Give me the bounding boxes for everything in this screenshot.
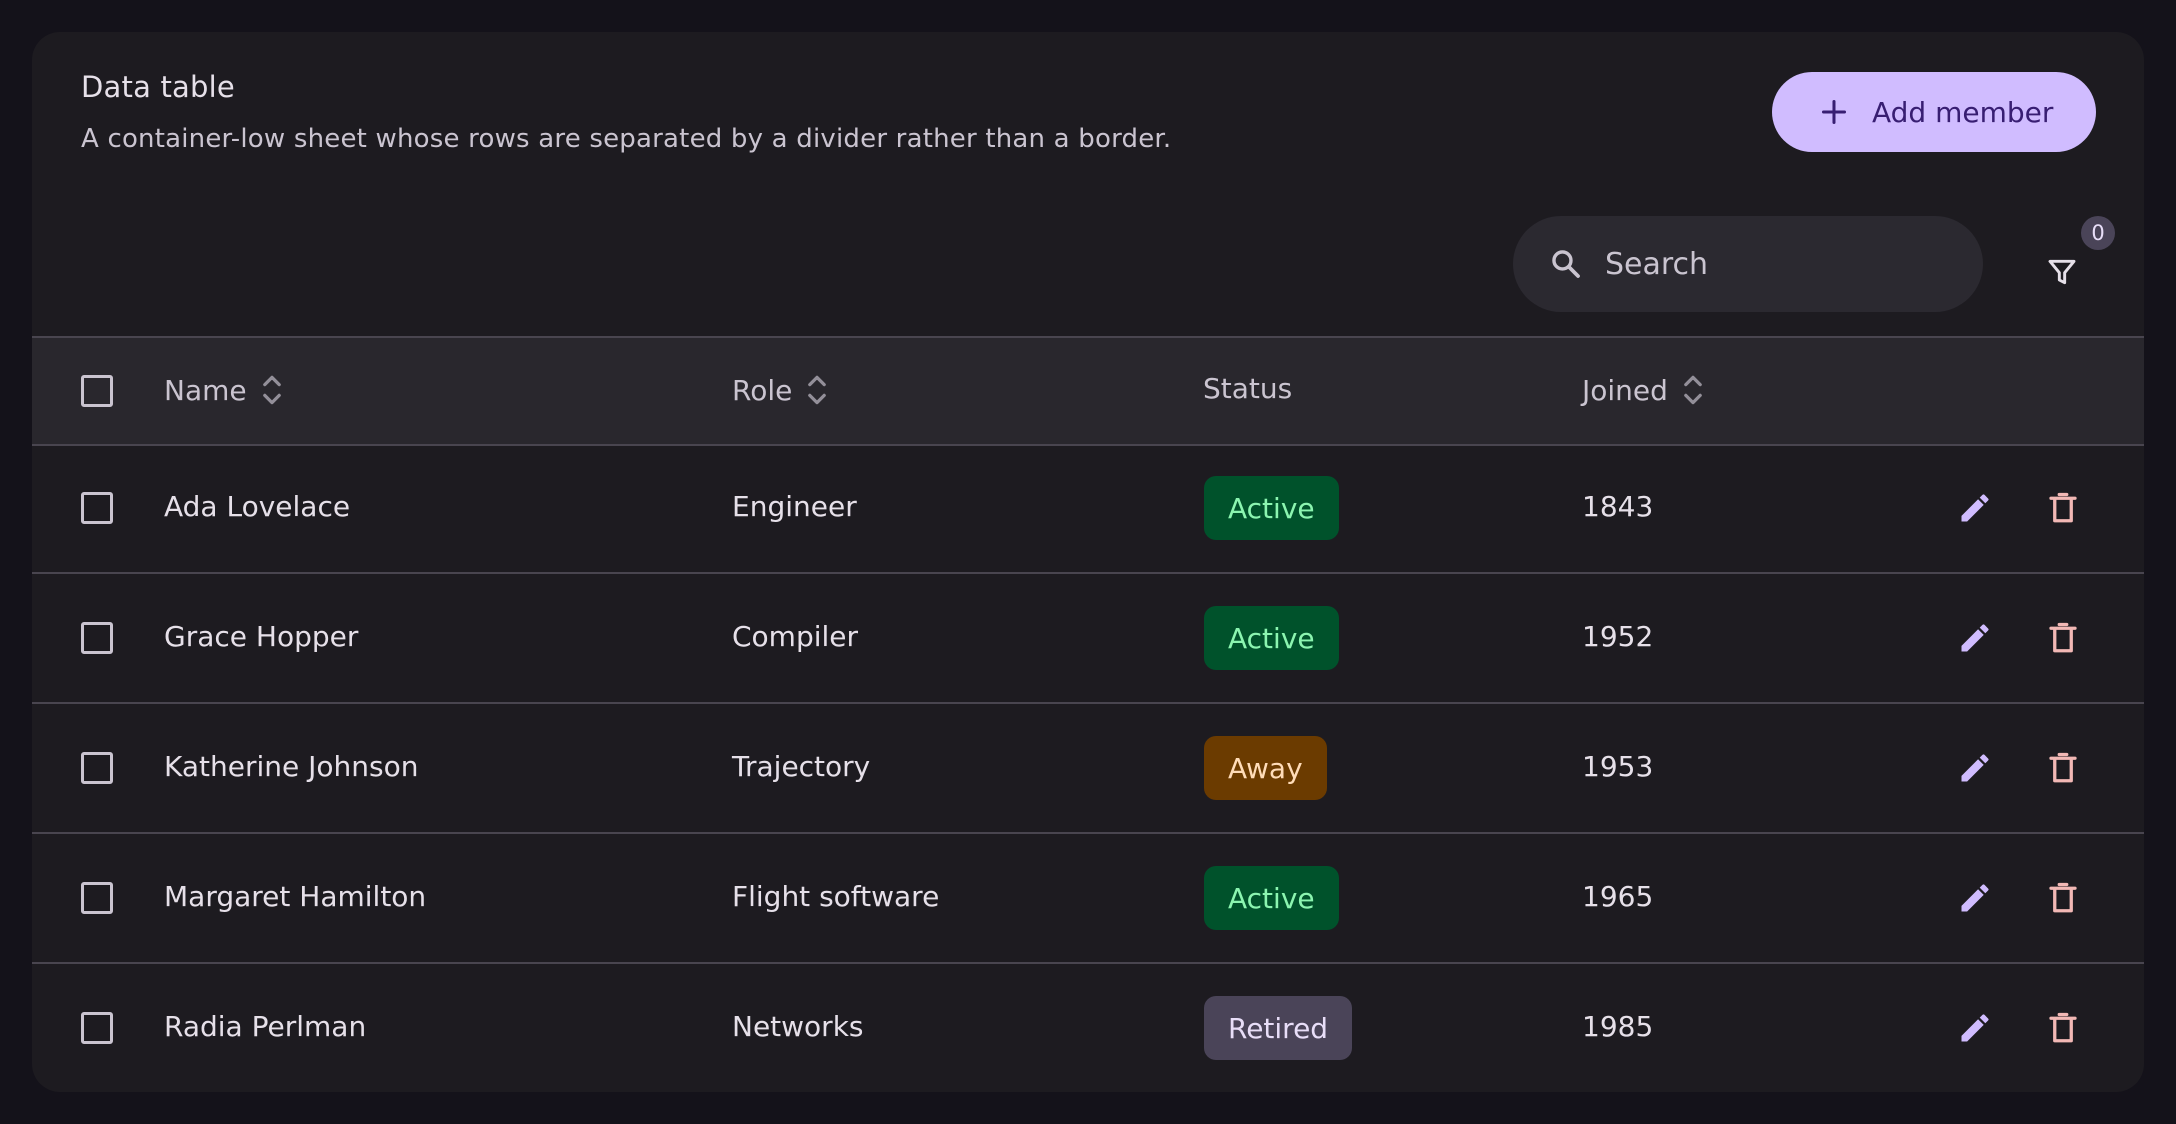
status-badge: Active xyxy=(1204,476,1339,540)
column-header-joined[interactable]: Joined xyxy=(1582,372,1704,408)
delete-button[interactable] xyxy=(2039,874,2087,922)
row-checkbox[interactable] xyxy=(81,882,113,914)
edit-button[interactable] xyxy=(1951,874,1999,922)
delete-button[interactable] xyxy=(2039,614,2087,662)
add-member-button[interactable]: Add member xyxy=(1772,72,2096,152)
delete-button[interactable] xyxy=(2039,484,2087,532)
row-role: Engineer xyxy=(732,490,857,523)
edit-icon xyxy=(1961,1014,1989,1042)
table-row: Margaret Hamilton Flight software Active… xyxy=(32,834,2144,964)
row-joined: 1965 xyxy=(1582,880,1654,913)
status-badge: Away xyxy=(1204,736,1327,800)
row-role: Compiler xyxy=(732,620,859,653)
row-checkbox[interactable] xyxy=(81,622,113,654)
edit-icon xyxy=(1961,754,1989,782)
row-name: Grace Hopper xyxy=(164,620,359,653)
edit-icon xyxy=(1961,624,1989,652)
delete-icon xyxy=(2049,882,2077,913)
status-badge: Retired xyxy=(1204,996,1353,1060)
delete-icon xyxy=(2049,622,2077,653)
select-all-checkbox[interactable] xyxy=(81,375,113,407)
row-name: Ada Lovelace xyxy=(164,490,351,523)
search-input[interactable] xyxy=(1603,245,1947,283)
sort-icon[interactable] xyxy=(261,372,283,408)
row-joined: 1985 xyxy=(1582,1010,1654,1043)
plus-icon xyxy=(1821,99,1847,125)
delete-icon xyxy=(2049,1012,2077,1043)
table-title: Data table xyxy=(81,70,235,104)
row-name: Margaret Hamilton xyxy=(164,880,427,913)
edit-button[interactable] xyxy=(1951,744,1999,792)
table-row: Katherine Johnson Trajectory Away 1953 xyxy=(32,704,2144,834)
row-checkbox[interactable] xyxy=(81,752,113,784)
column-label: Joined xyxy=(1582,373,1668,407)
table-row: Grace Hopper Compiler Active 1952 xyxy=(32,574,2144,704)
table-subtitle: A container-low sheet whose rows are sep… xyxy=(81,124,1172,154)
filter-button[interactable] xyxy=(2032,242,2092,302)
delete-button[interactable] xyxy=(2039,1004,2087,1052)
row-name: Radia Perlman xyxy=(164,1010,367,1043)
row-role: Trajectory xyxy=(732,750,871,783)
column-label: Status xyxy=(1203,372,1293,405)
edit-icon xyxy=(1961,494,1989,522)
column-label: Name xyxy=(164,373,247,407)
data-table-card: Data table A container-low sheet whose r… xyxy=(32,32,2144,1092)
row-joined: 1953 xyxy=(1582,750,1654,783)
edit-icon xyxy=(1961,884,1989,912)
table-row: Ada Lovelace Engineer Active 1843 xyxy=(32,444,2144,574)
row-checkbox[interactable] xyxy=(81,492,113,524)
edit-button[interactable] xyxy=(1951,1004,1999,1052)
row-name: Katherine Johnson xyxy=(164,750,419,783)
row-role: Networks xyxy=(732,1010,864,1043)
sort-icon[interactable] xyxy=(806,372,828,408)
column-header-name[interactable]: Name xyxy=(164,372,283,408)
filter-count-badge: 0 xyxy=(2081,216,2115,250)
row-checkbox[interactable] xyxy=(81,1012,113,1044)
edit-button[interactable] xyxy=(1951,614,1999,662)
delete-icon xyxy=(2049,752,2077,783)
add-member-label: Add member xyxy=(1872,95,2054,129)
status-badge: Active xyxy=(1204,866,1339,930)
delete-icon xyxy=(2049,492,2077,523)
column-header-role[interactable]: Role xyxy=(732,372,828,408)
column-label: Role xyxy=(732,373,793,407)
sort-icon[interactable] xyxy=(1682,372,1704,408)
column-header-status: Status xyxy=(1203,372,1292,405)
search-field[interactable] xyxy=(1513,216,1983,312)
table-row: Radia Perlman Networks Retired 1985 xyxy=(32,964,2144,1092)
row-joined: 1952 xyxy=(1582,620,1654,653)
row-joined: 1843 xyxy=(1582,490,1654,523)
status-badge: Active xyxy=(1204,606,1339,670)
table-header: Name Role Status Joined xyxy=(32,336,2144,446)
edit-button[interactable] xyxy=(1951,484,1999,532)
search-icon xyxy=(1552,250,1580,278)
delete-button[interactable] xyxy=(2039,744,2087,792)
row-role: Flight software xyxy=(732,880,940,913)
filter-icon xyxy=(2048,259,2076,285)
